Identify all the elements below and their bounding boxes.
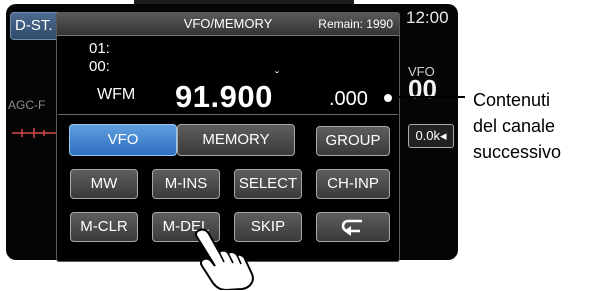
m-ins-button[interactable]: M-INS: [152, 169, 220, 199]
clock: 12:00: [406, 8, 449, 27]
callout-line-2: del canale: [473, 116, 556, 136]
agc-indicator: AGC-F: [8, 98, 46, 112]
memory-button[interactable]: MEMORY: [177, 124, 295, 156]
frequency-digits-bg: 00: [408, 74, 437, 104]
callout-pointer-dot: [382, 92, 394, 104]
group-button[interactable]: GROUP: [316, 126, 390, 156]
dialog-title-bar: VFO/MEMORY Remain: 1990: [57, 13, 399, 36]
return-arrow-icon: [341, 219, 362, 237]
memory-line-1: 01:: [89, 40, 110, 57]
back-button[interactable]: [316, 212, 390, 242]
remain-count: Remain: 1990: [318, 17, 393, 31]
pointing-hand-icon: [186, 228, 254, 290]
frequency-caret: ˇ: [275, 69, 279, 83]
ch-inp-button[interactable]: CH-INP: [316, 169, 390, 199]
dialog-divider: [58, 114, 398, 115]
vfo-memory-dialog: VFO/MEMORY Remain: 1990 01: 00: WFM ˇ 91…: [56, 12, 400, 262]
callout-line-1: Contenuti: [473, 90, 551, 110]
callout-line-3: successivo: [473, 142, 562, 162]
vfo-button[interactable]: VFO: [69, 124, 177, 156]
memory-line-2: 00:: [89, 58, 110, 75]
mode-label: WFM: [97, 86, 136, 103]
callout-leader-line: [387, 96, 465, 98]
frequency-decimal: .000: [329, 88, 368, 110]
m-clr-button[interactable]: M-CLR: [70, 212, 138, 242]
meter-icon: [12, 128, 56, 138]
frequency-main: 91.900: [175, 79, 273, 114]
tuning-step-button[interactable]: 0.0k◂: [408, 124, 454, 148]
select-button[interactable]: SELECT: [234, 169, 302, 199]
mw-button[interactable]: MW: [70, 169, 138, 199]
callout-text: Contenuti del canale successivo: [473, 87, 561, 165]
